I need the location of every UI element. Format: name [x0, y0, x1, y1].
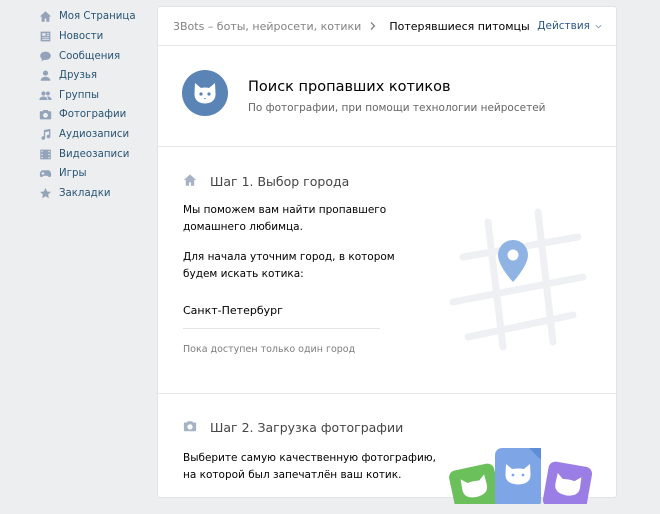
camera-icon: [183, 418, 197, 437]
sidebar-item-messages[interactable]: Сообщения: [37, 47, 147, 65]
sidebar-item-label: Аудиозаписи: [59, 128, 130, 140]
chevron-down-icon: [595, 24, 602, 29]
news-icon: [37, 28, 53, 44]
home-icon: [37, 8, 53, 24]
actions-dropdown[interactable]: Действия: [537, 7, 602, 45]
sidebar-item-audio[interactable]: Аудиозаписи: [37, 125, 147, 143]
step1-text-line: Мы поможем вам найти пропавшего: [183, 204, 387, 216]
map-pin-icon: [498, 240, 528, 282]
sidebar-item-label: Группы: [59, 89, 100, 101]
chevron-right-icon: [369, 20, 381, 32]
step2-text-line: Выберите самую качественную фотографию,: [183, 452, 436, 464]
sidebar-item-bookmarks[interactable]: Закладки: [37, 184, 147, 202]
hero-title: Поиск пропавших котиков: [248, 79, 451, 95]
sidebar-item-groups[interactable]: Группы: [37, 86, 147, 104]
music-note-icon: [37, 126, 53, 142]
step2-heading: Шаг 2. Загрузка фотографии: [183, 418, 403, 437]
header-bar: 3Bots – боты, нейросети, котики Потерявш…: [158, 7, 616, 46]
actions-label: Действия: [537, 20, 590, 32]
breadcrumb-community-link[interactable]: 3Bots – боты, нейросети, котики: [173, 20, 361, 33]
sidebar-item-my-page[interactable]: Моя Страница: [37, 7, 147, 25]
sidebar-item-label: Видеозаписи: [59, 148, 130, 160]
app-avatar: [182, 70, 228, 116]
sidebar-item-games[interactable]: Игры: [37, 164, 147, 182]
camera-icon: [37, 106, 53, 122]
sidebar-item-label: Моя Страница: [59, 10, 136, 22]
app-hero: Поиск пропавших котиков По фотографии, п…: [158, 46, 616, 147]
city-input[interactable]: Санкт-Петербург: [183, 304, 283, 317]
step1-text-line: Для начала уточним город, в котором: [183, 251, 395, 263]
sidebar-item-label: Закладки: [59, 187, 111, 199]
city-input-underline: [183, 328, 380, 329]
step2-title: Шаг 2. Загрузка фотографии: [210, 420, 404, 435]
breadcrumb-current-page: Потерявшиеся питомцы: [389, 19, 530, 33]
cat-icon: [194, 83, 216, 104]
star-icon: [37, 185, 53, 201]
step1-section: Шаг 1. Выбор города Мы поможем вам найти…: [158, 147, 616, 394]
step2-text-line: на которой был запечатлён ваш котик.: [183, 469, 402, 481]
step1-text-line: будем искать котика:: [183, 268, 304, 280]
step1-title: Шаг 1. Выбор города: [210, 174, 350, 189]
city-hint: Пока доступен только один город: [183, 344, 356, 355]
friend-icon: [37, 67, 53, 83]
map-illustration: [449, 208, 587, 351]
sidebar-item-label: Игры: [59, 167, 87, 179]
sidebar-item-news[interactable]: Новости: [37, 27, 147, 45]
home-icon: [183, 172, 197, 191]
photos-illustration: [449, 448, 593, 504]
sidebar-item-video[interactable]: Видеозаписи: [37, 145, 147, 163]
sidebar-item-label: Друзья: [59, 69, 98, 81]
film-icon: [37, 146, 53, 162]
gamepad-icon: [37, 165, 53, 181]
sidebar-item-photos[interactable]: Фотографии: [37, 105, 147, 123]
left-sidebar: Моя Страница Новости Сообщения Друзья Гр…: [0, 0, 150, 480]
sidebar-item-label: Сообщения: [59, 50, 121, 62]
sidebar-item-label: Новости: [59, 30, 104, 42]
main-card: 3Bots – боты, нейросети, котики Потерявш…: [157, 6, 617, 504]
hero-subtitle: По фотографии, при помощи технологии ней…: [248, 102, 546, 114]
messages-icon: [37, 48, 53, 64]
step1-heading: Шаг 1. Выбор города: [183, 172, 349, 191]
sidebar-item-friends[interactable]: Друзья: [37, 66, 147, 84]
sidebar-item-label: Фотографии: [59, 108, 127, 120]
step2-section: Шаг 2. Загрузка фотографии Выберите саму…: [158, 394, 616, 514]
groups-icon: [37, 87, 53, 103]
step1-text-line: домашнего любимца.: [183, 221, 303, 233]
